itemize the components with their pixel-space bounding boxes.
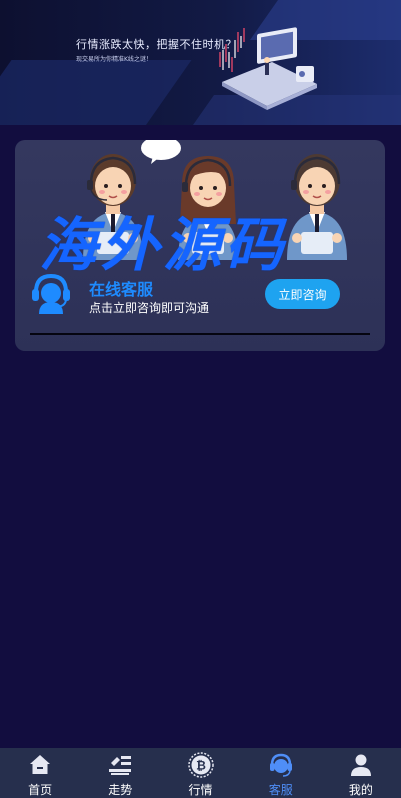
tab-home[interactable]: 首页	[0, 748, 80, 798]
trend-icon	[107, 752, 133, 778]
top-banner: 行情涨跌太快，把握不住时机？ 现交易所为你精准K线之谜！	[0, 0, 401, 125]
tab-profile[interactable]: 我的	[321, 748, 401, 798]
tab-market-label: 行情	[188, 783, 213, 797]
customer-service-card: 海外源码 在线客服 点击立即咨询即可沟通 立即咨询	[15, 140, 385, 351]
tab-home-label: 首页	[28, 783, 53, 797]
home-icon	[27, 752, 53, 778]
bitcoin-icon: ₿	[187, 752, 214, 778]
banner-subtitle: 现交易所为你精准K线之谜！	[76, 56, 152, 63]
tab-trend-label: 走势	[108, 783, 133, 797]
service-description: 点击立即咨询即可沟通	[89, 301, 210, 315]
headset-agent-icon	[32, 273, 70, 314]
divider	[30, 333, 370, 335]
tab-customer-service[interactable]: 客服	[241, 748, 321, 798]
tab-market[interactable]: ₿ 行情	[160, 748, 240, 798]
tab-profile-label: 我的	[348, 783, 373, 797]
bottom-tab-bar: 首页 走势 ₿ 行情 客服 我的	[0, 748, 401, 798]
tab-customer-service-label: 客服	[268, 783, 293, 797]
svg-text:₿: ₿	[196, 759, 206, 773]
trading-illustration	[219, 27, 317, 110]
banner-decoration	[0, 60, 192, 125]
tab-trend[interactable]: 走势	[80, 748, 160, 798]
headset-icon	[268, 752, 294, 778]
user-icon	[348, 752, 374, 778]
watermark-text: 海外源码	[39, 211, 288, 279]
service-title: 在线客服	[89, 280, 154, 299]
consult-now-button[interactable]: 立即咨询	[265, 279, 340, 309]
